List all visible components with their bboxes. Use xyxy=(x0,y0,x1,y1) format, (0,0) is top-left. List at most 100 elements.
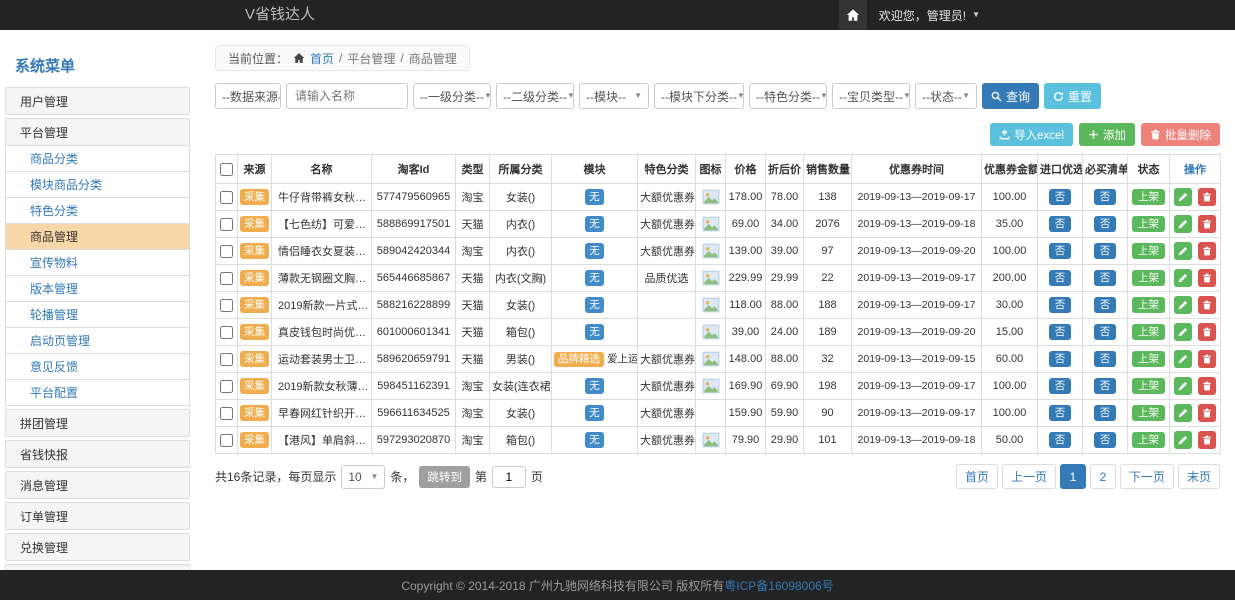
sidebar-item[interactable]: 轮播管理 xyxy=(5,302,190,328)
edit-button[interactable] xyxy=(1174,404,1192,422)
edit-button[interactable] xyxy=(1174,323,1192,341)
sidebar-item[interactable]: 消息管理 xyxy=(5,471,190,499)
import-select-toggle[interactable]: 否 xyxy=(1049,324,1072,341)
import-select-toggle[interactable]: 否 xyxy=(1049,216,1072,233)
import-select-toggle[interactable]: 否 xyxy=(1049,243,1072,260)
user-menu[interactable]: 欢迎您，管理员! ▼ xyxy=(879,7,980,24)
pager-page[interactable]: 1 xyxy=(1060,464,1086,489)
must-buy-toggle[interactable]: 否 xyxy=(1094,270,1117,287)
batch-delete-button[interactable]: 批量删除 xyxy=(1141,123,1220,146)
sidebar-item[interactable]: 模块商品分类 xyxy=(5,172,190,198)
sidebar-item[interactable]: 拼团管理 xyxy=(5,409,190,437)
status-button[interactable]: 上架 xyxy=(1132,270,1165,287)
jump-button[interactable]: 跳转到 xyxy=(419,466,470,488)
pager-page[interactable]: 2 xyxy=(1090,464,1116,489)
sidebar-item[interactable]: 商品管理 xyxy=(5,224,190,250)
row-checkbox[interactable] xyxy=(220,218,233,231)
sidebar-item[interactable]: 意见反馈 xyxy=(5,354,190,380)
edit-button[interactable] xyxy=(1174,215,1192,233)
add-button[interactable]: 添加 xyxy=(1079,123,1135,146)
status-button[interactable]: 上架 xyxy=(1132,216,1165,233)
row-checkbox[interactable] xyxy=(220,434,233,447)
icp-link[interactable]: 粤ICP备16098006号 xyxy=(724,577,833,594)
home-button[interactable] xyxy=(839,0,867,30)
must-buy-toggle[interactable]: 否 xyxy=(1094,378,1117,395)
edit-button[interactable] xyxy=(1174,431,1192,449)
edit-button[interactable] xyxy=(1174,377,1192,395)
pager-prev[interactable]: 上一页 xyxy=(1002,464,1056,489)
status-button[interactable]: 上架 xyxy=(1132,324,1165,341)
category1-select[interactable]: --一级分类-- ▼ xyxy=(413,83,491,109)
sidebar-item[interactable]: 特色分类 xyxy=(5,198,190,224)
sidebar-item[interactable]: 用户管理 xyxy=(5,87,190,115)
select-all-checkbox[interactable] xyxy=(220,163,233,176)
must-buy-toggle[interactable]: 否 xyxy=(1094,351,1117,368)
data-source-select[interactable]: --数据来源-- ▼ xyxy=(215,83,281,109)
search-button[interactable]: 查询 xyxy=(982,83,1039,109)
breadcrumb-home-link[interactable]: 首页 xyxy=(310,50,334,67)
import-select-toggle[interactable]: 否 xyxy=(1049,351,1072,368)
feature-category-select[interactable]: --特色分类-- ▼ xyxy=(749,83,827,109)
must-buy-toggle[interactable]: 否 xyxy=(1094,432,1117,449)
row-checkbox[interactable] xyxy=(220,272,233,285)
must-buy-toggle[interactable]: 否 xyxy=(1094,324,1117,341)
delete-button[interactable] xyxy=(1198,242,1216,260)
row-checkbox[interactable] xyxy=(220,299,233,312)
must-buy-toggle[interactable]: 否 xyxy=(1094,405,1117,422)
status-select[interactable]: --状态-- ▼ xyxy=(915,83,977,109)
delete-button[interactable] xyxy=(1198,350,1216,368)
pager-first[interactable]: 首页 xyxy=(956,464,998,489)
import-excel-button[interactable]: 导入excel xyxy=(990,123,1073,146)
row-checkbox[interactable] xyxy=(220,191,233,204)
module-select[interactable]: --模块-- ▼ xyxy=(579,83,649,109)
item-type-select[interactable]: --宝贝类型-- ▼ xyxy=(832,83,910,109)
sidebar-item[interactable]: 省钱快报 xyxy=(5,440,190,468)
must-buy-toggle[interactable]: 否 xyxy=(1094,189,1117,206)
edit-button[interactable] xyxy=(1174,296,1192,314)
import-select-toggle[interactable]: 否 xyxy=(1049,297,1072,314)
status-button[interactable]: 上架 xyxy=(1132,351,1165,368)
must-buy-toggle[interactable]: 否 xyxy=(1094,297,1117,314)
row-checkbox[interactable] xyxy=(220,353,233,366)
delete-button[interactable] xyxy=(1198,269,1216,287)
reset-button[interactable]: 重置 xyxy=(1044,83,1101,109)
edit-button[interactable] xyxy=(1174,350,1192,368)
must-buy-toggle[interactable]: 否 xyxy=(1094,216,1117,233)
delete-button[interactable] xyxy=(1198,296,1216,314)
delete-button[interactable] xyxy=(1198,215,1216,233)
import-select-toggle[interactable]: 否 xyxy=(1049,378,1072,395)
sidebar-item[interactable]: 版本管理 xyxy=(5,276,190,302)
status-button[interactable]: 上架 xyxy=(1132,405,1165,422)
sidebar-item[interactable]: 平台管理 xyxy=(5,118,190,146)
row-checkbox[interactable] xyxy=(220,245,233,258)
delete-button[interactable] xyxy=(1198,188,1216,206)
delete-button[interactable] xyxy=(1198,431,1216,449)
pager-last[interactable]: 末页 xyxy=(1178,464,1220,489)
status-button[interactable]: 上架 xyxy=(1132,432,1165,449)
category2-select[interactable]: --二级分类-- ▼ xyxy=(496,83,574,109)
edit-button[interactable] xyxy=(1174,269,1192,287)
import-select-toggle[interactable]: 否 xyxy=(1049,432,1072,449)
row-checkbox[interactable] xyxy=(220,380,233,393)
sidebar-item[interactable]: 商品分类 xyxy=(5,146,190,172)
status-button[interactable]: 上架 xyxy=(1132,189,1165,206)
jump-page-input[interactable] xyxy=(492,466,526,488)
delete-button[interactable] xyxy=(1198,377,1216,395)
status-button[interactable]: 上架 xyxy=(1132,378,1165,395)
must-buy-toggle[interactable]: 否 xyxy=(1094,243,1117,260)
sidebar-item[interactable]: 兑换管理 xyxy=(5,533,190,561)
sidebar-item[interactable]: 宣传物料 xyxy=(5,250,190,276)
pager-next[interactable]: 下一页 xyxy=(1120,464,1174,489)
delete-button[interactable] xyxy=(1198,323,1216,341)
status-button[interactable]: 上架 xyxy=(1132,297,1165,314)
sidebar-item[interactable]: 订单管理 xyxy=(5,502,190,530)
import-select-toggle[interactable]: 否 xyxy=(1049,189,1072,206)
name-search-input[interactable] xyxy=(286,83,408,109)
per-page-select[interactable]: 10 ▼ xyxy=(341,465,385,489)
edit-button[interactable] xyxy=(1174,188,1192,206)
module-sub-select[interactable]: --模块下分类-- ▼ xyxy=(654,83,744,109)
delete-button[interactable] xyxy=(1198,404,1216,422)
sidebar-item[interactable]: 启动页管理 xyxy=(5,328,190,354)
row-checkbox[interactable] xyxy=(220,407,233,420)
edit-button[interactable] xyxy=(1174,242,1192,260)
